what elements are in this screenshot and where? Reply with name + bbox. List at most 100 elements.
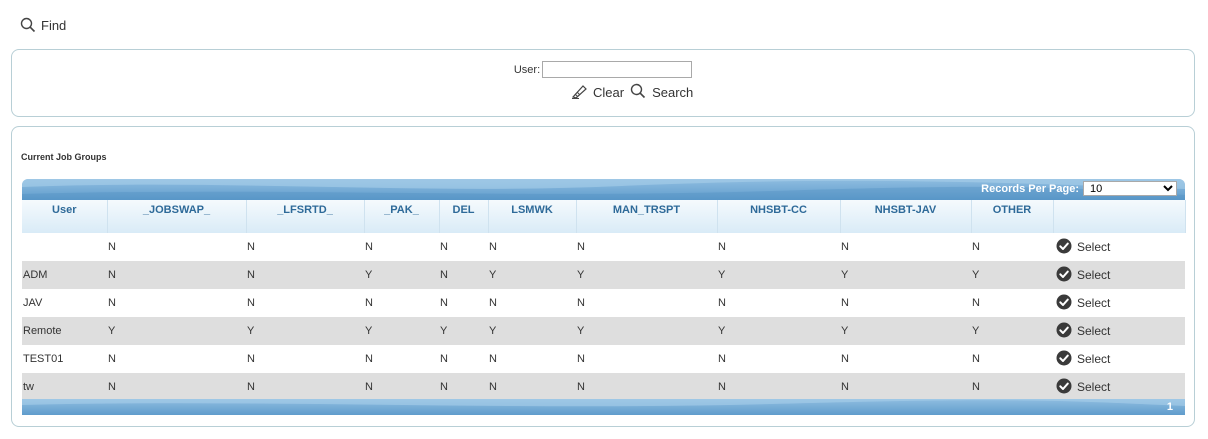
action-cell: Select <box>1053 317 1185 345</box>
select-label: Select <box>1077 352 1111 366</box>
column-header[interactable]: NHSBT-JAV <box>840 200 972 233</box>
select-button[interactable]: Select <box>1054 266 1185 285</box>
action-cell: Select <box>1053 233 1185 261</box>
user-cell: ADM <box>22 261 107 289</box>
flag-cell: N <box>107 373 246 401</box>
flag-cell: N <box>247 241 255 253</box>
flag-cell: Y <box>488 261 576 289</box>
clear-button[interactable]: Clear <box>571 83 624 102</box>
check-circle-icon <box>1056 322 1072 341</box>
select-label: Select <box>1077 268 1111 282</box>
user-cell: TEST01 <box>23 353 64 365</box>
select-label: Select <box>1077 380 1111 394</box>
table-row: tw N N N N N N N N N Select <box>22 373 1185 401</box>
flag-cell: N <box>718 241 726 253</box>
flag-cell: N <box>840 373 971 401</box>
column-header[interactable]: User <box>22 200 108 233</box>
find-link[interactable]: Find <box>20 17 66 33</box>
flag-cell: N <box>489 353 497 365</box>
clear-label: Clear <box>593 85 625 100</box>
column-header[interactable]: MAN_TRSPT <box>576 200 718 233</box>
search-icon <box>630 83 646 102</box>
user-cell: JAV <box>23 297 43 309</box>
flag-cell: Y <box>576 317 717 345</box>
grid-caption: Current Job Groups <box>21 152 107 162</box>
user-cell: Remote <box>22 317 107 345</box>
flag-cell: N <box>108 353 116 365</box>
pager-wave-decoration <box>22 399 1185 407</box>
action-cell: Select <box>1053 345 1185 373</box>
column-header[interactable]: _LFSRTD_ <box>246 200 365 233</box>
flag-cell: N <box>972 241 980 253</box>
select-button[interactable]: Select <box>1054 350 1185 369</box>
flag-cell: N <box>489 297 497 309</box>
flag-cell: N <box>246 373 364 401</box>
column-header[interactable]: DEL <box>439 200 489 233</box>
select-label: Select <box>1077 240 1111 254</box>
table-row: TEST01 N N N N N N N N N Select <box>22 345 1185 373</box>
select-button[interactable]: Select <box>1054 294 1185 313</box>
flag-cell: N <box>246 261 364 289</box>
page-number[interactable]: 1 <box>1167 401 1173 413</box>
search-button[interactable]: Search <box>630 83 693 102</box>
table-row: ADM N N Y N Y Y Y Y Y Select <box>22 261 1185 289</box>
flag-cell: N <box>577 353 585 365</box>
user-label: User: <box>513 63 541 76</box>
flag-cell: Y <box>107 317 246 345</box>
magnifier-icon <box>20 17 36 33</box>
column-header <box>1053 200 1186 233</box>
flag-cell: N <box>247 353 255 365</box>
column-header[interactable]: _JOBSWAP_ <box>107 200 247 233</box>
column-header[interactable]: _PAK_ <box>364 200 440 233</box>
check-circle-icon <box>1056 294 1072 313</box>
flag-cell: N <box>717 373 840 401</box>
search-actions: Clear Search <box>571 83 693 102</box>
records-per-page: Records Per Page: 10 <box>981 181 1177 196</box>
flag-cell: N <box>247 297 255 309</box>
flag-cell: Y <box>246 317 364 345</box>
search-label: Search <box>652 85 694 100</box>
grid-toolbar: Records Per Page: 10 <box>22 179 1185 200</box>
flag-cell: Y <box>840 261 971 289</box>
flag-cell: N <box>439 261 488 289</box>
flag-cell: N <box>108 241 116 253</box>
column-header[interactable]: LSMWK <box>488 200 577 233</box>
flag-cell: Y <box>364 317 439 345</box>
records-per-page-select[interactable]: 10 <box>1083 181 1177 196</box>
action-cell: Select <box>1053 373 1185 401</box>
select-button[interactable]: Select <box>1054 378 1185 397</box>
flag-cell: N <box>107 261 246 289</box>
select-button[interactable]: Select <box>1054 238 1185 257</box>
flag-cell: N <box>841 297 849 309</box>
flag-cell: N <box>718 353 726 365</box>
flag-cell: Y <box>439 317 488 345</box>
check-circle-icon <box>1056 238 1072 257</box>
flag-cell: Y <box>364 261 439 289</box>
check-circle-icon <box>1056 378 1072 397</box>
table-row: N N N N N N N N N Select <box>22 233 1185 261</box>
grid-pager: 1 <box>22 399 1185 415</box>
column-header[interactable]: OTHER <box>971 200 1054 233</box>
user-cell: tw <box>22 373 107 401</box>
user-input[interactable] <box>542 61 693 78</box>
user-filter-row: User: <box>12 61 1194 78</box>
select-button[interactable]: Select <box>1054 322 1185 341</box>
find-label: Find <box>41 17 67 33</box>
flag-cell: N <box>365 241 373 253</box>
select-label: Select <box>1077 296 1111 310</box>
flag-cell: N <box>841 241 849 253</box>
check-circle-icon <box>1056 350 1072 369</box>
column-header[interactable]: NHSBT-CC <box>717 200 841 233</box>
table-body: N N N N N N N N N Select ADM N N Y N Y Y Y Y Y Select JAV N N N N… <box>22 233 1185 401</box>
flag-cell: Y <box>488 317 576 345</box>
table-row: JAV N N N N N N N N N Select <box>22 289 1185 317</box>
flag-cell: N <box>365 297 373 309</box>
flag-cell: N <box>718 297 726 309</box>
flag-cell: Y <box>717 261 840 289</box>
select-label: Select <box>1077 324 1111 338</box>
flag-cell: N <box>108 297 116 309</box>
flag-cell: Y <box>840 317 971 345</box>
flag-cell: N <box>364 373 439 401</box>
eraser-icon <box>571 83 589 102</box>
flag-cell: N <box>972 297 980 309</box>
